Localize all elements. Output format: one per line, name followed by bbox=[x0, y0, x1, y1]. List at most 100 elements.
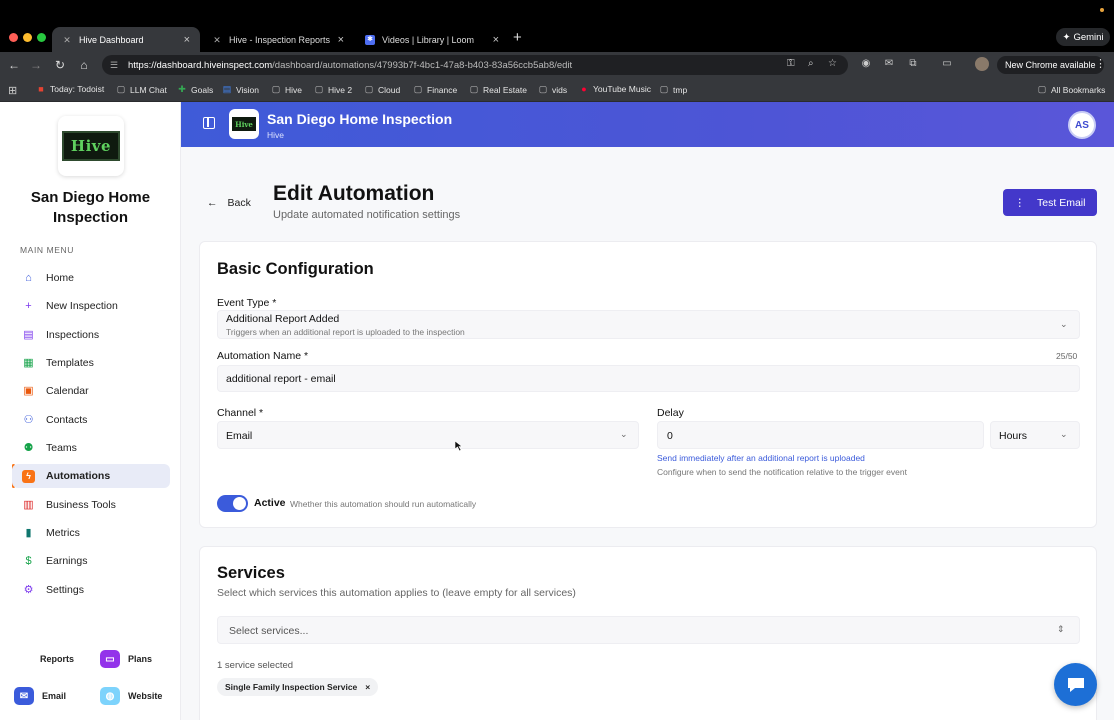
browser-tabstrip: ✕ Hive Dashboard × ✕ Hive - Inspection R… bbox=[0, 0, 1114, 52]
zoom-icon[interactable]: ⌕ bbox=[808, 58, 814, 69]
email-icon: ✉ bbox=[14, 687, 34, 705]
sidebar-item-templates[interactable]: ▦ Templates bbox=[12, 351, 170, 375]
reload-icon[interactable]: ↻ bbox=[52, 57, 68, 73]
camera-extension-icon[interactable]: ◉ bbox=[859, 57, 873, 71]
mail-extension-icon[interactable]: ✉ bbox=[882, 57, 896, 71]
user-avatar[interactable]: AS bbox=[1068, 111, 1096, 139]
test-email-label: Test Email bbox=[1037, 196, 1086, 209]
test-email-button[interactable]: ⋮ Test Email bbox=[1003, 189, 1097, 216]
chat-support-button[interactable] bbox=[1054, 663, 1097, 706]
delay-value: 0 bbox=[667, 430, 673, 442]
all-bookmarks[interactable]: ▢ All Bookmarks bbox=[1037, 84, 1106, 95]
header-logo-text: Hive bbox=[232, 117, 256, 131]
minimize-window-button[interactable] bbox=[23, 33, 32, 42]
bookmark-label: LLM Chat bbox=[130, 84, 167, 95]
site-settings-icon[interactable]: ☰ bbox=[110, 60, 120, 71]
profile-avatar[interactable] bbox=[975, 57, 989, 71]
back-button[interactable]: ← Back bbox=[207, 197, 251, 209]
url-path: /dashboard/automations/47993b7f-4bc1-47a… bbox=[272, 59, 573, 71]
browser-tab-inspection-reports[interactable]: ✕ Hive - Inspection Reports × bbox=[202, 27, 354, 52]
delay-input[interactable] bbox=[657, 421, 984, 449]
sidebar-item-automations[interactable]: ϟ Automations bbox=[12, 464, 170, 488]
company-logo[interactable]: Hive bbox=[58, 116, 124, 176]
active-toggle[interactable] bbox=[217, 495, 248, 512]
browser-tab-loom[interactable]: ✱ Videos | Library | Loom × bbox=[355, 27, 509, 52]
sidebar-item-contacts[interactable]: ⚇ Contacts bbox=[12, 408, 170, 432]
bookmark-hive[interactable]: ▢ Hive bbox=[271, 84, 302, 95]
chat-bubble-icon bbox=[1067, 677, 1084, 692]
sidebar-item-label: Calendar bbox=[46, 385, 89, 397]
address-bar[interactable]: ☰ https://dashboard.hiveinspect.com /das… bbox=[102, 55, 848, 75]
sidebar-toggle-icon[interactable] bbox=[203, 117, 215, 129]
character-counter: 25/50 bbox=[1056, 351, 1078, 361]
sidebar-item-earnings[interactable]: $ Earnings bbox=[12, 549, 170, 573]
main-content: ← Back Edit Automation Update automated … bbox=[181, 147, 1114, 720]
back-arrow-icon[interactable]: ← bbox=[6, 57, 22, 73]
bookmark-vision[interactable]: ▤ Vision bbox=[222, 84, 259, 95]
bookmark-hive-2[interactable]: ▢ Hive 2 bbox=[314, 84, 352, 95]
folder-icon: ▢ bbox=[659, 84, 669, 94]
tab-close-icon[interactable]: × bbox=[338, 34, 344, 46]
bookmark-label: Goals bbox=[191, 84, 214, 95]
home-icon[interactable]: ⌂ bbox=[76, 57, 92, 73]
app-sidebar: Hive San Diego Home Inspection MAIN MENU… bbox=[0, 102, 181, 720]
bookmark-label: vids bbox=[552, 84, 568, 95]
bookmark-star-icon[interactable]: ☆ bbox=[828, 58, 837, 69]
plans-icon: ▭ bbox=[100, 650, 120, 668]
bookmark-goals[interactable]: ✚ Goals bbox=[177, 84, 213, 95]
sidebar-item-inspections[interactable]: ▤ Inspections bbox=[12, 323, 170, 347]
sidebar-item-label: Templates bbox=[46, 357, 94, 369]
plans-shortcut[interactable]: ▭ Plans bbox=[100, 650, 152, 668]
bookmark-tmp[interactable]: ▢ tmp bbox=[659, 84, 687, 95]
service-chip-label: Single Family Inspection Service bbox=[225, 682, 358, 692]
website-shortcut[interactable]: ◍ Website bbox=[100, 687, 162, 705]
tab-close-icon[interactable]: × bbox=[184, 34, 190, 46]
password-key-icon[interactable]: ⚿ bbox=[787, 58, 795, 69]
maximize-window-button[interactable] bbox=[37, 33, 46, 42]
event-type-value: Additional Report Added bbox=[226, 313, 340, 325]
sidebar-item-label: Business Tools bbox=[46, 499, 116, 511]
gemini-label: Gemini bbox=[1073, 31, 1104, 43]
browser-tab-hive-dashboard[interactable]: ✕ Hive Dashboard × bbox=[52, 27, 200, 52]
sidebar-item-calendar[interactable]: ▣ Calendar bbox=[12, 379, 170, 403]
bookmark-finance[interactable]: ▢ Finance bbox=[413, 84, 458, 95]
calendar-icon: ▣ bbox=[23, 384, 34, 397]
bookmark-cloud[interactable]: ▢ Cloud bbox=[364, 84, 400, 95]
services-multiselect[interactable] bbox=[217, 616, 1080, 644]
apps-grid-icon[interactable]: ⊞ bbox=[8, 84, 17, 97]
sidebar-item-new-inspection[interactable]: + New Inspection bbox=[12, 294, 170, 318]
sidebar-item-business-tools[interactable]: ▥ Business Tools bbox=[12, 493, 170, 517]
sparkle-icon: ✦ bbox=[1062, 31, 1071, 43]
new-tab-plus-icon[interactable]: + bbox=[513, 29, 522, 46]
sidebar-item-home[interactable]: ⌂ Home bbox=[12, 266, 170, 290]
bookmark-label: Cloud bbox=[378, 84, 401, 95]
forward-arrow-icon[interactable]: → bbox=[28, 57, 44, 73]
automation-name-input[interactable] bbox=[217, 365, 1080, 392]
close-window-button[interactable] bbox=[9, 33, 18, 42]
sidebar-item-teams[interactable]: ⚉ Teams bbox=[12, 436, 170, 460]
remove-chip-icon[interactable]: × bbox=[365, 682, 370, 692]
folder-icon: ▢ bbox=[1037, 84, 1047, 94]
extensions-puzzle-icon[interactable]: ⧉ bbox=[906, 57, 920, 71]
side-panel-icon[interactable]: ▭ bbox=[940, 57, 954, 71]
basic-configuration-card: Basic Configuration Event Type * Additio… bbox=[199, 241, 1097, 528]
bookmark-vids[interactable]: ▢ vids bbox=[538, 84, 567, 95]
folder-icon: ▢ bbox=[364, 84, 374, 94]
chrome-menu-icon[interactable]: ⋮ bbox=[1095, 57, 1106, 70]
bookmark-real-estate[interactable]: ▢ Real Estate bbox=[469, 84, 527, 95]
tab-close-icon[interactable]: × bbox=[493, 34, 499, 46]
home-icon: ⌂ bbox=[25, 271, 32, 284]
page-title: Edit Automation bbox=[273, 182, 435, 205]
gemini-button[interactable]: ✦ Gemini bbox=[1056, 28, 1110, 46]
new-chrome-available-button[interactable]: New Chrome available bbox=[997, 56, 1104, 74]
sidebar-item-metrics[interactable]: ▮ Metrics bbox=[12, 521, 170, 545]
header-subtitle: Hive bbox=[267, 130, 285, 140]
reports-shortcut[interactable]: Reports bbox=[40, 654, 74, 664]
channel-select[interactable] bbox=[217, 421, 639, 449]
sidebar-item-settings[interactable]: ⚙ Settings bbox=[12, 578, 170, 602]
folder-icon: ▢ bbox=[413, 84, 423, 94]
bookmark-youtube-music[interactable]: ● YouTube Music bbox=[579, 84, 651, 94]
email-shortcut[interactable]: ✉ Email bbox=[14, 687, 66, 705]
bookmark-llm-chat[interactable]: ▢ LLM Chat bbox=[116, 84, 167, 95]
bookmark-todoist[interactable]: ■ Today: Todoist bbox=[36, 84, 104, 94]
